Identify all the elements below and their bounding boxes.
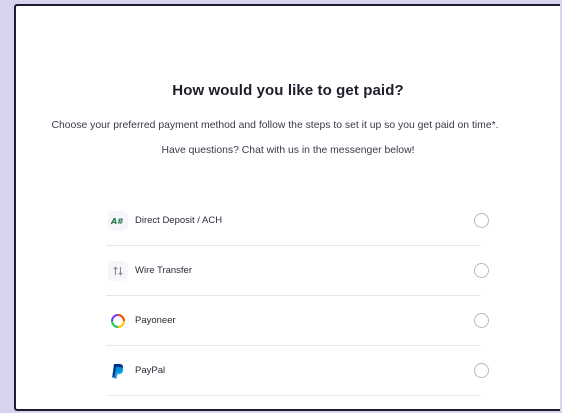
method-label: Direct Deposit / ACH — [135, 215, 223, 226]
method-paypal[interactable]: PayPal — [106, 346, 489, 396]
method-label: PayPal — [135, 365, 166, 376]
radio-direct-deposit[interactable] — [474, 213, 489, 228]
paypal-icon — [108, 360, 128, 381]
method-direct-deposit[interactable]: A # Direct Deposit / ACH — [106, 196, 489, 246]
method-label: Wire Transfer — [135, 265, 193, 276]
method-wire-transfer[interactable]: Wire Transfer — [106, 246, 489, 296]
payment-method-list: A # Direct Deposit / ACH Wire Transfer P… — [106, 196, 489, 396]
radio-payoneer[interactable] — [474, 313, 489, 328]
ach-icon: A # — [108, 210, 128, 231]
method-label: Payoneer — [135, 315, 176, 326]
page-subtitle: Choose your preferred payment method and… — [51, 120, 499, 131]
radio-wire-transfer[interactable] — [474, 263, 489, 278]
page-title: How would you like to get paid? — [172, 82, 404, 99]
svg-text:#: # — [117, 217, 124, 226]
radio-paypal[interactable] — [474, 363, 489, 378]
method-payoneer[interactable]: Payoneer — [106, 296, 489, 346]
payoneer-icon — [108, 310, 128, 331]
wire-transfer-icon — [108, 260, 128, 281]
payment-method-card: How would you like to get paid? Choose y… — [14, 4, 560, 411]
help-text: Have questions? Chat with us in the mess… — [161, 145, 415, 156]
